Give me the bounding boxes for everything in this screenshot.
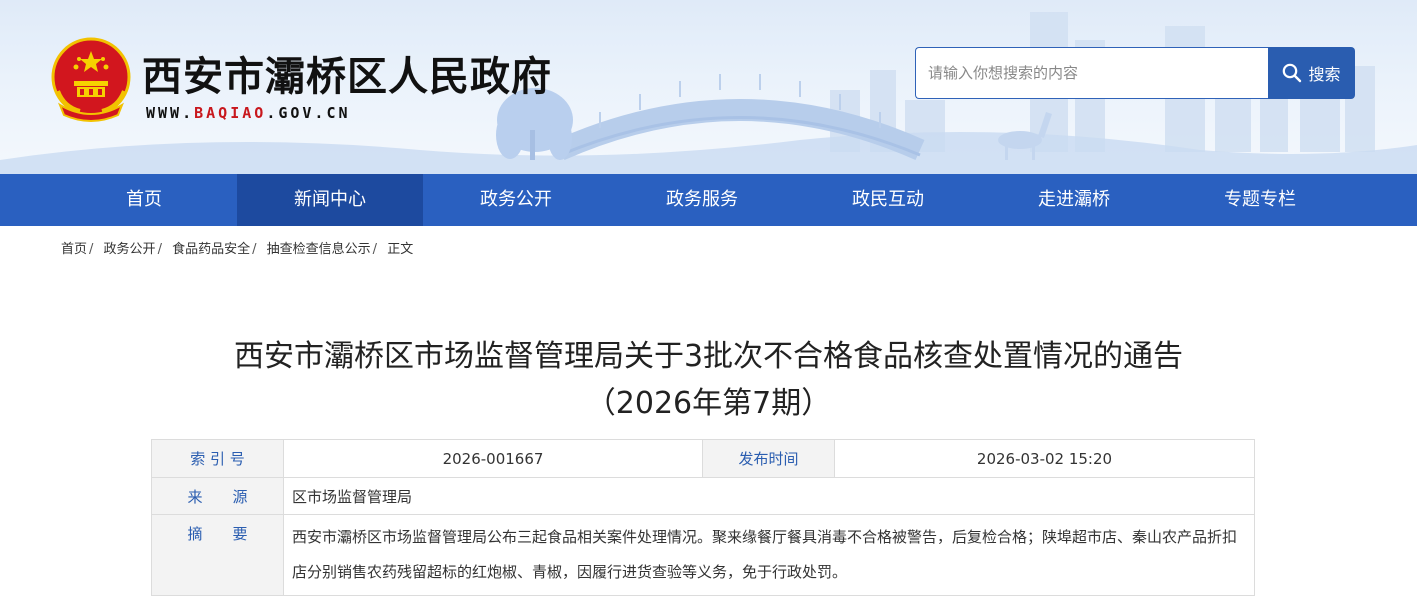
national-emblem-icon [51, 37, 131, 122]
site-url-domain: BAQIAO [194, 104, 267, 122]
article-meta-table: 索 引 号 2026-001667 发布时间 2026-03-02 15:20 … [151, 439, 1255, 596]
article-subtitle: （2026年第7期） [585, 386, 832, 421]
breadcrumb-inspection-info[interactable]: 抽查检查信息公示 [267, 242, 371, 257]
search-box: 搜索 [915, 47, 1355, 99]
index-number-label: 索 引 号 [151, 439, 284, 478]
search-button[interactable]: 搜索 [1268, 47, 1355, 99]
nav-item-gov-affairs[interactable]: 政务公开 [423, 174, 609, 226]
site-title: 西安市灞桥区人民政府 [142, 54, 552, 100]
breadcrumb-separator: / [372, 242, 378, 257]
index-number-value: 2026-001667 [283, 439, 703, 478]
summary-value: 西安市灞桥区市场监督管理局公布三起食品相关案件处理情况。聚来缘餐厅餐具消毒不合格… [283, 514, 1255, 596]
site-url-suffix: .GOV.CN [266, 104, 351, 122]
search-icon [1283, 63, 1302, 83]
nav-item-gov-services[interactable]: 政务服务 [609, 174, 795, 226]
breadcrumb-gov-affairs[interactable]: 政务公开 [104, 242, 156, 257]
breadcrumb-current: 正文 [387, 242, 414, 257]
search-input[interactable] [915, 47, 1268, 99]
breadcrumb-home[interactable]: 首页 [61, 242, 87, 257]
nav-item-interaction[interactable]: 政民互动 [795, 174, 981, 226]
summary-label: 摘 要 [151, 514, 284, 596]
breadcrumb: 首页 / 政务公开 / 食品药品安全 / 抽查检查信息公示 / 正文 [61, 238, 413, 257]
breadcrumb-separator: / [89, 242, 94, 257]
site-url-prefix: WWW. [146, 104, 195, 122]
article-title: 西安市灞桥区市场监督管理局关于3批次不合格食品核查处置情况的通告 [233, 339, 1184, 374]
breadcrumb-separator: / [252, 242, 257, 257]
breadcrumb-food-drug-safety[interactable]: 食品药品安全 [172, 242, 250, 257]
publish-time-value: 2026-03-02 15:20 [834, 439, 1255, 478]
main-nav: 首页 新闻中心 政务公开 政务服务 政民互动 走进灞桥 专题专栏 [0, 174, 1417, 226]
source-label: 来 源 [151, 477, 284, 515]
site-header: 西安市灞桥区人民政府 WWW.BAQIAO.GOV.CN 搜索 [0, 0, 1417, 174]
site-url: WWW.BAQIAO.GOV.CN [146, 104, 351, 122]
nav-item-about-baqiao[interactable]: 走进灞桥 [981, 174, 1167, 226]
breadcrumb-separator: / [157, 242, 162, 257]
nav-item-home[interactable]: 首页 [51, 174, 237, 226]
source-value: 区市场监督管理局 [283, 477, 1255, 515]
nav-item-special-topics[interactable]: 专题专栏 [1167, 174, 1353, 226]
search-button-label: 搜索 [1308, 65, 1341, 84]
publish-time-label: 发布时间 [702, 439, 835, 478]
nav-item-news[interactable]: 新闻中心 [237, 174, 423, 226]
